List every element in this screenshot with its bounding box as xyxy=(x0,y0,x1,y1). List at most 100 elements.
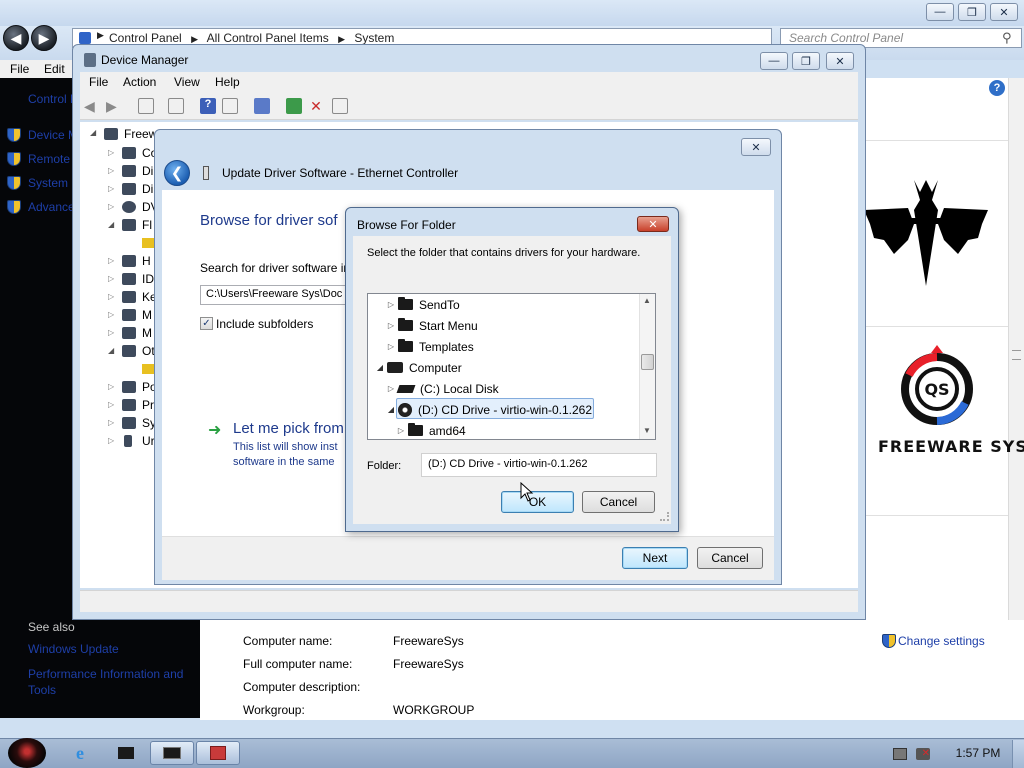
driver-path-input[interactable]: C:\Users\Freeware Sys\Doc xyxy=(200,285,348,305)
full-computer-name-label: Full computer name: xyxy=(243,657,353,671)
cancel-button[interactable]: Cancel xyxy=(582,491,655,513)
back-arrow-icon[interactable]: ◀ xyxy=(3,25,29,51)
tree-item-templates[interactable]: ▷ Templates xyxy=(386,336,474,357)
breadcrumb-item[interactable]: System xyxy=(354,31,394,45)
tree-item[interactable]: Di xyxy=(142,164,153,178)
include-subfolders-checkbox[interactable]: ✓ xyxy=(200,317,213,330)
divider xyxy=(866,515,1008,516)
dm-maximize-button[interactable]: ❐ xyxy=(792,52,820,70)
dm-minimize-button[interactable]: — xyxy=(760,52,788,70)
properties-icon[interactable] xyxy=(138,98,154,114)
tree-item[interactable]: Pr xyxy=(142,398,154,412)
back-arrow-icon[interactable]: ❮ xyxy=(164,160,190,186)
internet-explorer-icon: e xyxy=(76,742,84,763)
change-settings-link[interactable]: Change settings xyxy=(898,634,985,648)
close-icon[interactable]: ✕ xyxy=(637,216,669,232)
show-desktop-button[interactable] xyxy=(1012,740,1024,768)
expand-icon[interactable]: ▷ xyxy=(386,384,396,393)
menu-action[interactable]: Action xyxy=(123,75,156,89)
disable-icon[interactable] xyxy=(332,98,348,114)
menu-help[interactable]: Help xyxy=(215,75,240,89)
taskbar-device-manager[interactable] xyxy=(196,741,240,765)
pick-from-list-link[interactable]: Let me pick from xyxy=(233,420,344,437)
search-icon[interactable]: ⚲ xyxy=(1002,30,1012,46)
menu-view[interactable]: View xyxy=(174,75,200,89)
expand-icon[interactable]: ▷ xyxy=(386,342,396,351)
view-icon[interactable] xyxy=(222,98,238,114)
collapse-icon[interactable]: ◢ xyxy=(386,405,396,414)
tree-item-computer[interactable]: ◢ Computer xyxy=(375,357,462,378)
scroll-thumb[interactable] xyxy=(641,354,654,370)
taskbar-clock[interactable]: 1:57 PM xyxy=(948,746,1008,760)
start-button[interactable] xyxy=(8,738,46,768)
dm-close-button[interactable]: ✕ xyxy=(826,52,854,70)
maximize-button[interactable]: ❐ xyxy=(958,3,986,21)
expand-icon[interactable]: ▷ xyxy=(396,426,406,435)
breadcrumb-item[interactable]: Control Panel xyxy=(109,31,182,45)
ok-button[interactable]: OK xyxy=(501,491,574,513)
show-hide-icon[interactable] xyxy=(168,98,184,114)
uninstall-icon[interactable]: ✕ xyxy=(308,98,324,114)
collapse-icon[interactable]: ◢ xyxy=(375,363,385,372)
folder-label: Folder: xyxy=(367,460,402,472)
action-center-icon[interactable] xyxy=(893,748,907,760)
close-button[interactable]: ✕ xyxy=(990,3,1018,21)
back-arrow-icon[interactable]: ◀ xyxy=(84,98,95,115)
tree-item[interactable]: ID xyxy=(142,272,154,286)
tree-item-sendto[interactable]: ▷ SendTo xyxy=(386,294,460,315)
device-category-icon xyxy=(122,255,136,267)
forward-arrow-icon[interactable]: ▶ xyxy=(106,98,117,115)
tree-item[interactable]: Ur xyxy=(142,434,155,448)
menu-file[interactable]: File xyxy=(89,75,108,89)
minimize-button[interactable]: — xyxy=(926,3,954,21)
scroll-up-icon[interactable]: ▲ xyxy=(643,296,651,305)
performance-info-link[interactable]: Performance Information and Tools xyxy=(28,666,198,698)
scan-hardware-icon[interactable] xyxy=(254,98,270,114)
device-manager-menubar: File Action View Help xyxy=(80,72,858,92)
scroll-thumb[interactable] xyxy=(1012,350,1021,360)
expand-icon[interactable]: ▷ xyxy=(386,300,396,309)
network-icon[interactable]: ✕ xyxy=(916,748,930,760)
resize-grip-icon[interactable] xyxy=(660,512,669,521)
tree-item-start-menu[interactable]: ▷ Start Menu xyxy=(386,315,478,336)
scroll-down-icon[interactable]: ▼ xyxy=(643,426,651,435)
tree-item[interactable]: M xyxy=(142,326,152,340)
tree-item-local-disk[interactable]: ▷ (C:) Local Disk xyxy=(386,378,499,399)
shield-icon xyxy=(7,152,21,166)
taskbar-explorer[interactable] xyxy=(104,741,148,765)
device-manager-title: Device Manager xyxy=(101,53,189,67)
pick-from-list-description: This list will show inst software in the… xyxy=(233,441,338,468)
tree-item[interactable]: Ot xyxy=(142,344,155,358)
next-button[interactable]: Next xyxy=(622,547,688,569)
brand-logo xyxy=(864,180,988,286)
usb-icon xyxy=(124,435,132,447)
device-category-icon xyxy=(122,147,136,159)
tree-item[interactable]: Di xyxy=(142,182,153,196)
taskbar-ie[interactable]: e xyxy=(58,741,102,765)
tree-item[interactable]: Fl xyxy=(142,218,152,232)
device-category-icon xyxy=(122,183,136,195)
help-icon[interactable]: ? xyxy=(989,80,1005,96)
folder-tree-scrollbar[interactable]: ▲ ▼ xyxy=(639,294,655,439)
tree-item[interactable]: H xyxy=(142,254,151,268)
update-driver-close-button[interactable]: ✕ xyxy=(741,138,771,156)
collapse-icon[interactable]: ◢ xyxy=(90,128,96,137)
expand-icon[interactable]: ▷ xyxy=(386,321,396,330)
windows-update-link[interactable]: Windows Update xyxy=(28,642,119,656)
update-driver-icon[interactable] xyxy=(286,98,302,114)
breadcrumb-item[interactable]: All Control Panel Items xyxy=(207,31,329,45)
tree-root[interactable]: Freew xyxy=(124,127,157,141)
help-icon[interactable]: ? xyxy=(200,98,216,114)
control-panel-icon xyxy=(79,32,91,44)
control-panel-titlebar xyxy=(0,0,1024,26)
tree-item-amd64[interactable]: ▷ amd64 xyxy=(396,420,466,441)
processor-icon xyxy=(122,399,136,411)
tree-item[interactable]: M xyxy=(142,308,152,322)
menu-file[interactable]: File xyxy=(10,62,29,76)
tree-item-cd-drive[interactable]: ◢ (D:) CD Drive - virtio-win-0.1.262 xyxy=(386,399,592,420)
cancel-button[interactable]: Cancel xyxy=(697,547,763,569)
menu-edit[interactable]: Edit xyxy=(44,62,65,76)
folder-input[interactable]: (D:) CD Drive - virtio-win-0.1.262 xyxy=(421,453,657,477)
taskbar-control-panel[interactable] xyxy=(150,741,194,765)
forward-arrow-icon[interactable]: ▶ xyxy=(31,25,57,51)
